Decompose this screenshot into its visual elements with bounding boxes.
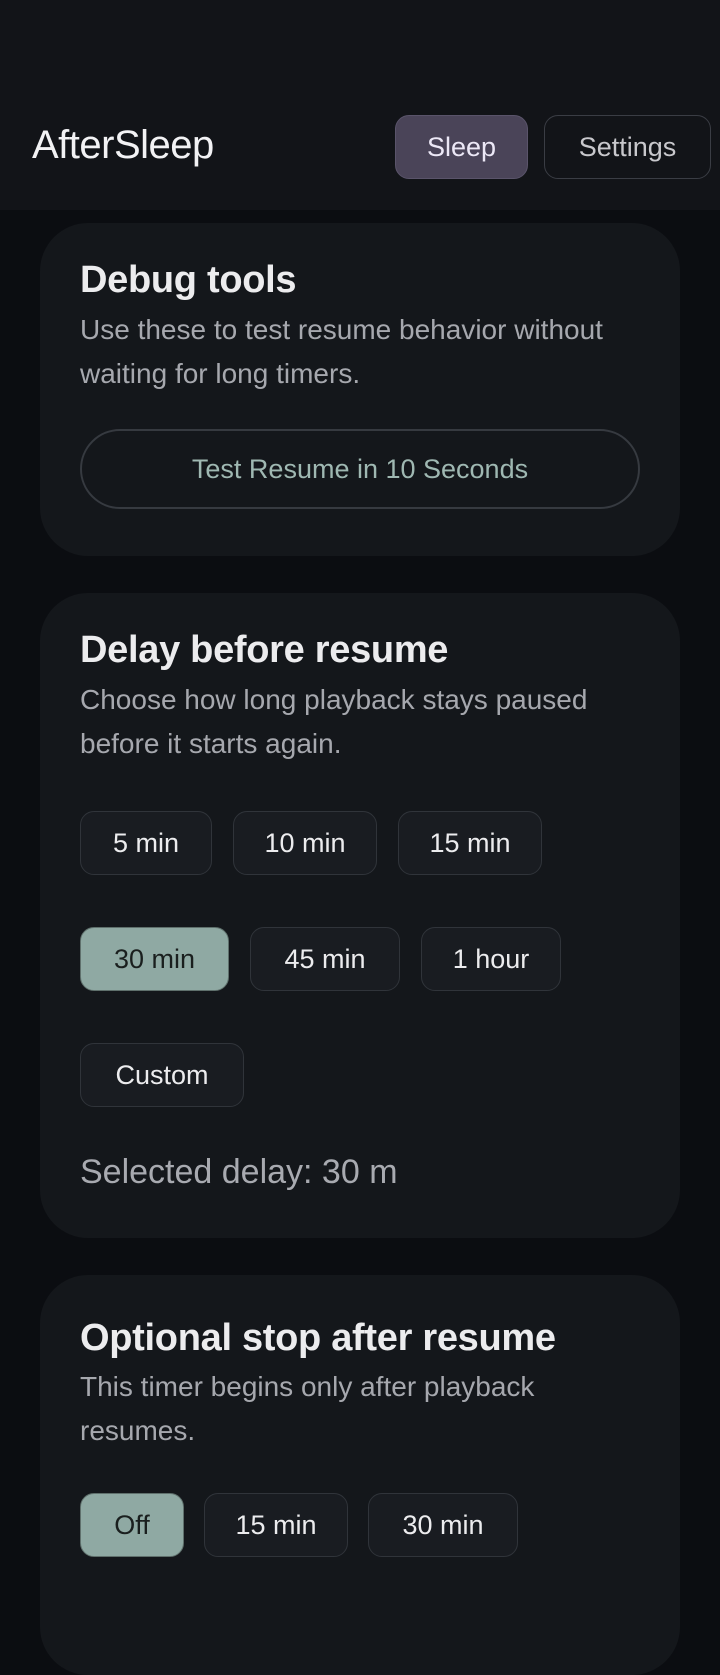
delay-option-10-min[interactable]: 10 min <box>233 811 377 875</box>
delay-option-1-hour[interactable]: 1 hour <box>421 927 561 991</box>
delay-title: Delay before resume <box>80 629 449 671</box>
delay-card: Delay before resume Choose how long play… <box>40 593 680 1238</box>
delay-option-30-min[interactable]: 30 min <box>80 927 229 991</box>
debug-tools-description: Use these to test resume behavior withou… <box>80 314 603 389</box>
delay-option-45-min[interactable]: 45 min <box>250 927 400 991</box>
nav-sleep-button[interactable]: Sleep <box>395 115 528 179</box>
test-resume-button[interactable]: Test Resume in 10 Seconds <box>80 429 640 509</box>
stop-option-off[interactable]: Off <box>80 1493 184 1557</box>
stop-option-30-min[interactable]: 30 min <box>368 1493 518 1557</box>
selected-delay-text: Selected delay: 30 m <box>80 1153 398 1191</box>
debug-tools-card: Debug tools Use these to test resume beh… <box>40 223 680 556</box>
delay-option-5-min[interactable]: 5 min <box>80 811 212 875</box>
nav-settings-button[interactable]: Settings <box>544 115 711 179</box>
stop-after-resume-card: Optional stop after resume This timer be… <box>40 1275 680 1675</box>
stop-option-15-min[interactable]: 15 min <box>204 1493 348 1557</box>
top-app-bar: AfterSleep Sleep Settings <box>0 0 720 210</box>
delay-description: Choose how long playback stays paused be… <box>80 684 588 759</box>
stop-after-resume-description: This timer begins only after playback re… <box>80 1371 535 1446</box>
stop-after-resume-title: Optional stop after resume <box>80 1317 556 1359</box>
debug-tools-title: Debug tools <box>80 259 297 301</box>
delay-option-15-min[interactable]: 15 min <box>398 811 542 875</box>
delay-option-custom[interactable]: Custom <box>80 1043 244 1107</box>
app-title: AfterSleep <box>32 123 214 167</box>
